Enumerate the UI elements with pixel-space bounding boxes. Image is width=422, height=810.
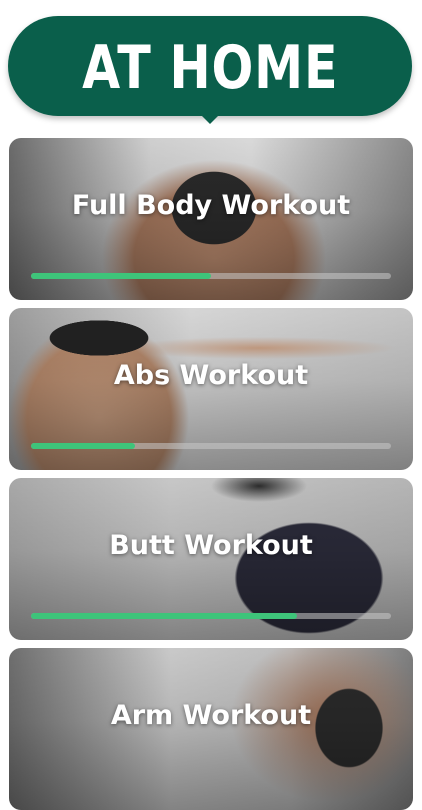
workout-card-title: Abs Workout (113, 360, 309, 391)
workout-progress-track (31, 613, 391, 619)
workout-card-title: Arm Workout (110, 700, 312, 731)
workout-card-arm[interactable]: Arm Workout (9, 648, 413, 810)
workout-progress-fill (31, 443, 136, 449)
page-title: AT HOME (81, 33, 339, 103)
workout-progress-track (31, 443, 391, 449)
workout-card-butt[interactable]: Butt Workout (9, 478, 413, 640)
workout-card-title: Full Body Workout (71, 190, 351, 221)
workout-progress-fill (31, 273, 211, 279)
workout-progress-fill (31, 613, 298, 619)
workout-card-full-body[interactable]: Full Body Workout (9, 138, 413, 300)
workout-card-abs[interactable]: Abs Workout (9, 308, 413, 470)
header-banner: AT HOME (8, 16, 412, 128)
header-pointer (196, 110, 224, 124)
workout-card-title: Butt Workout (109, 530, 313, 561)
workout-progress-track (31, 273, 391, 279)
header-pill: AT HOME (8, 16, 412, 116)
